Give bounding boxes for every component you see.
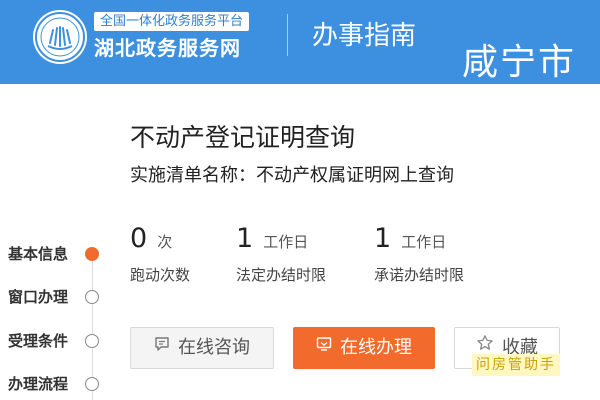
- impl-value: 不动产权属证明网上查询: [256, 165, 454, 186]
- site-logo[interactable]: [33, 10, 87, 64]
- stat-unit: 工作日: [263, 233, 309, 251]
- stat-label: 跑动次数: [130, 266, 191, 284]
- button-label: 在线办理: [340, 337, 412, 358]
- site-header: 全国一体化政务服务平台 湖北政务服务网 办事指南 咸宁市: [0, 0, 600, 84]
- city-name: 咸宁市: [462, 42, 577, 83]
- stat-label: 法定办结时限: [236, 266, 327, 284]
- header-divider: [287, 14, 288, 56]
- stat-unit: 次: [157, 233, 173, 251]
- stat-label: 承诺办结时限: [374, 266, 465, 284]
- nav-item-window-handling[interactable]: 窗口办理: [8, 286, 103, 308]
- stat-unit: 工作日: [401, 233, 447, 251]
- stat-value: 1: [374, 223, 392, 254]
- stat-legal-time-limit: 1 工作日 法定办结时限: [236, 222, 326, 284]
- nav-dot-icon: [85, 290, 99, 304]
- implementation-list-name: 实施清单名称：不动产权属证明网上查询: [130, 163, 454, 189]
- nav-item-basic-info[interactable]: 基本信息: [8, 243, 103, 265]
- nav-label: 办理流程: [8, 375, 69, 393]
- section-title: 办事指南: [312, 21, 417, 51]
- online-process-button[interactable]: 在线办理: [293, 327, 435, 369]
- button-label: 在线咨询: [178, 337, 250, 358]
- stat-visits: 0次 跑动次数: [130, 222, 190, 284]
- online-consult-button[interactable]: 在线咨询: [130, 327, 274, 369]
- nav-label: 基本信息: [8, 245, 69, 263]
- stat-promised-time-limit: 1 工作日 承诺办结时限: [374, 222, 464, 284]
- nav-label: 受理条件: [8, 332, 69, 350]
- stat-value: 1: [236, 223, 254, 254]
- nav-item-process-flow[interactable]: 办理流程: [8, 373, 103, 395]
- nav-item-acceptance-conditions[interactable]: 受理条件: [8, 330, 103, 352]
- nav-dot-icon: [85, 247, 99, 261]
- watermark: 问房管助手: [472, 354, 560, 376]
- nav-dot-icon: [85, 334, 99, 348]
- brand-name[interactable]: 湖北政务服务网: [94, 35, 241, 61]
- nav-label: 窗口办理: [8, 288, 69, 306]
- nav-dot-icon: [85, 377, 99, 391]
- stat-value: 0: [130, 223, 148, 254]
- brand-tagline: 全国一体化政务服务平台: [94, 12, 250, 31]
- item-title: 不动产登记证明查询: [130, 123, 356, 152]
- emblem-icon: [35, 12, 85, 62]
- chat-icon: [154, 327, 170, 367]
- impl-label: 实施清单名称：: [130, 165, 256, 186]
- monitor-icon: [316, 327, 332, 367]
